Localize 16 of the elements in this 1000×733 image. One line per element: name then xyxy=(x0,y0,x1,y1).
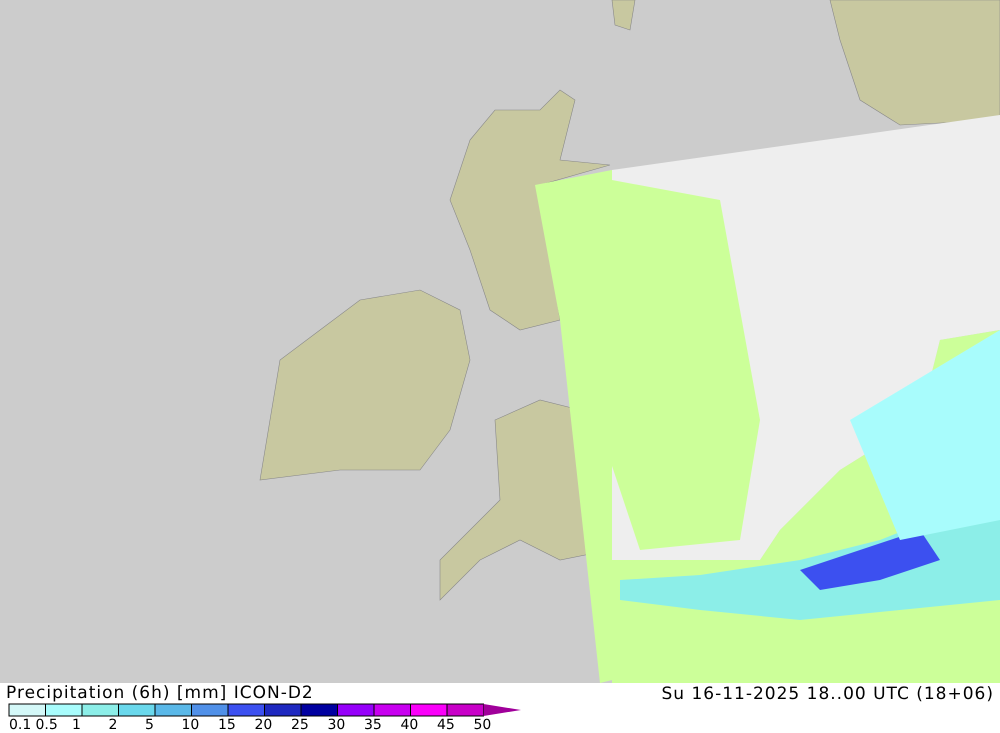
scale-tick-label: 35 xyxy=(364,717,382,733)
scale-tick-label: 10 xyxy=(182,717,200,733)
scale-tick-label: 45 xyxy=(437,717,455,733)
scale-tick-label: 25 xyxy=(291,717,309,733)
timestamp: Su 16-11-2025 18..00 UTC (18+06) xyxy=(661,683,994,706)
scale-tick-label: 0.5 xyxy=(36,717,58,733)
scale-tick-label: 2 xyxy=(108,717,118,733)
scale-tick-label: 40 xyxy=(400,717,418,733)
scale-tick-label: 5 xyxy=(145,717,154,733)
scale-tick-label: 15 xyxy=(218,717,236,733)
scale-tick-label: 50 xyxy=(474,717,492,733)
scale-tick-label: 20 xyxy=(254,717,272,733)
legend-title: Precipitation (6h) [mm] ICON-D2 xyxy=(6,683,315,703)
scale-tick-label: 30 xyxy=(328,717,346,733)
scale-tick-label: 1 xyxy=(72,717,81,733)
scale-tick-label: 0.1 xyxy=(9,717,32,733)
